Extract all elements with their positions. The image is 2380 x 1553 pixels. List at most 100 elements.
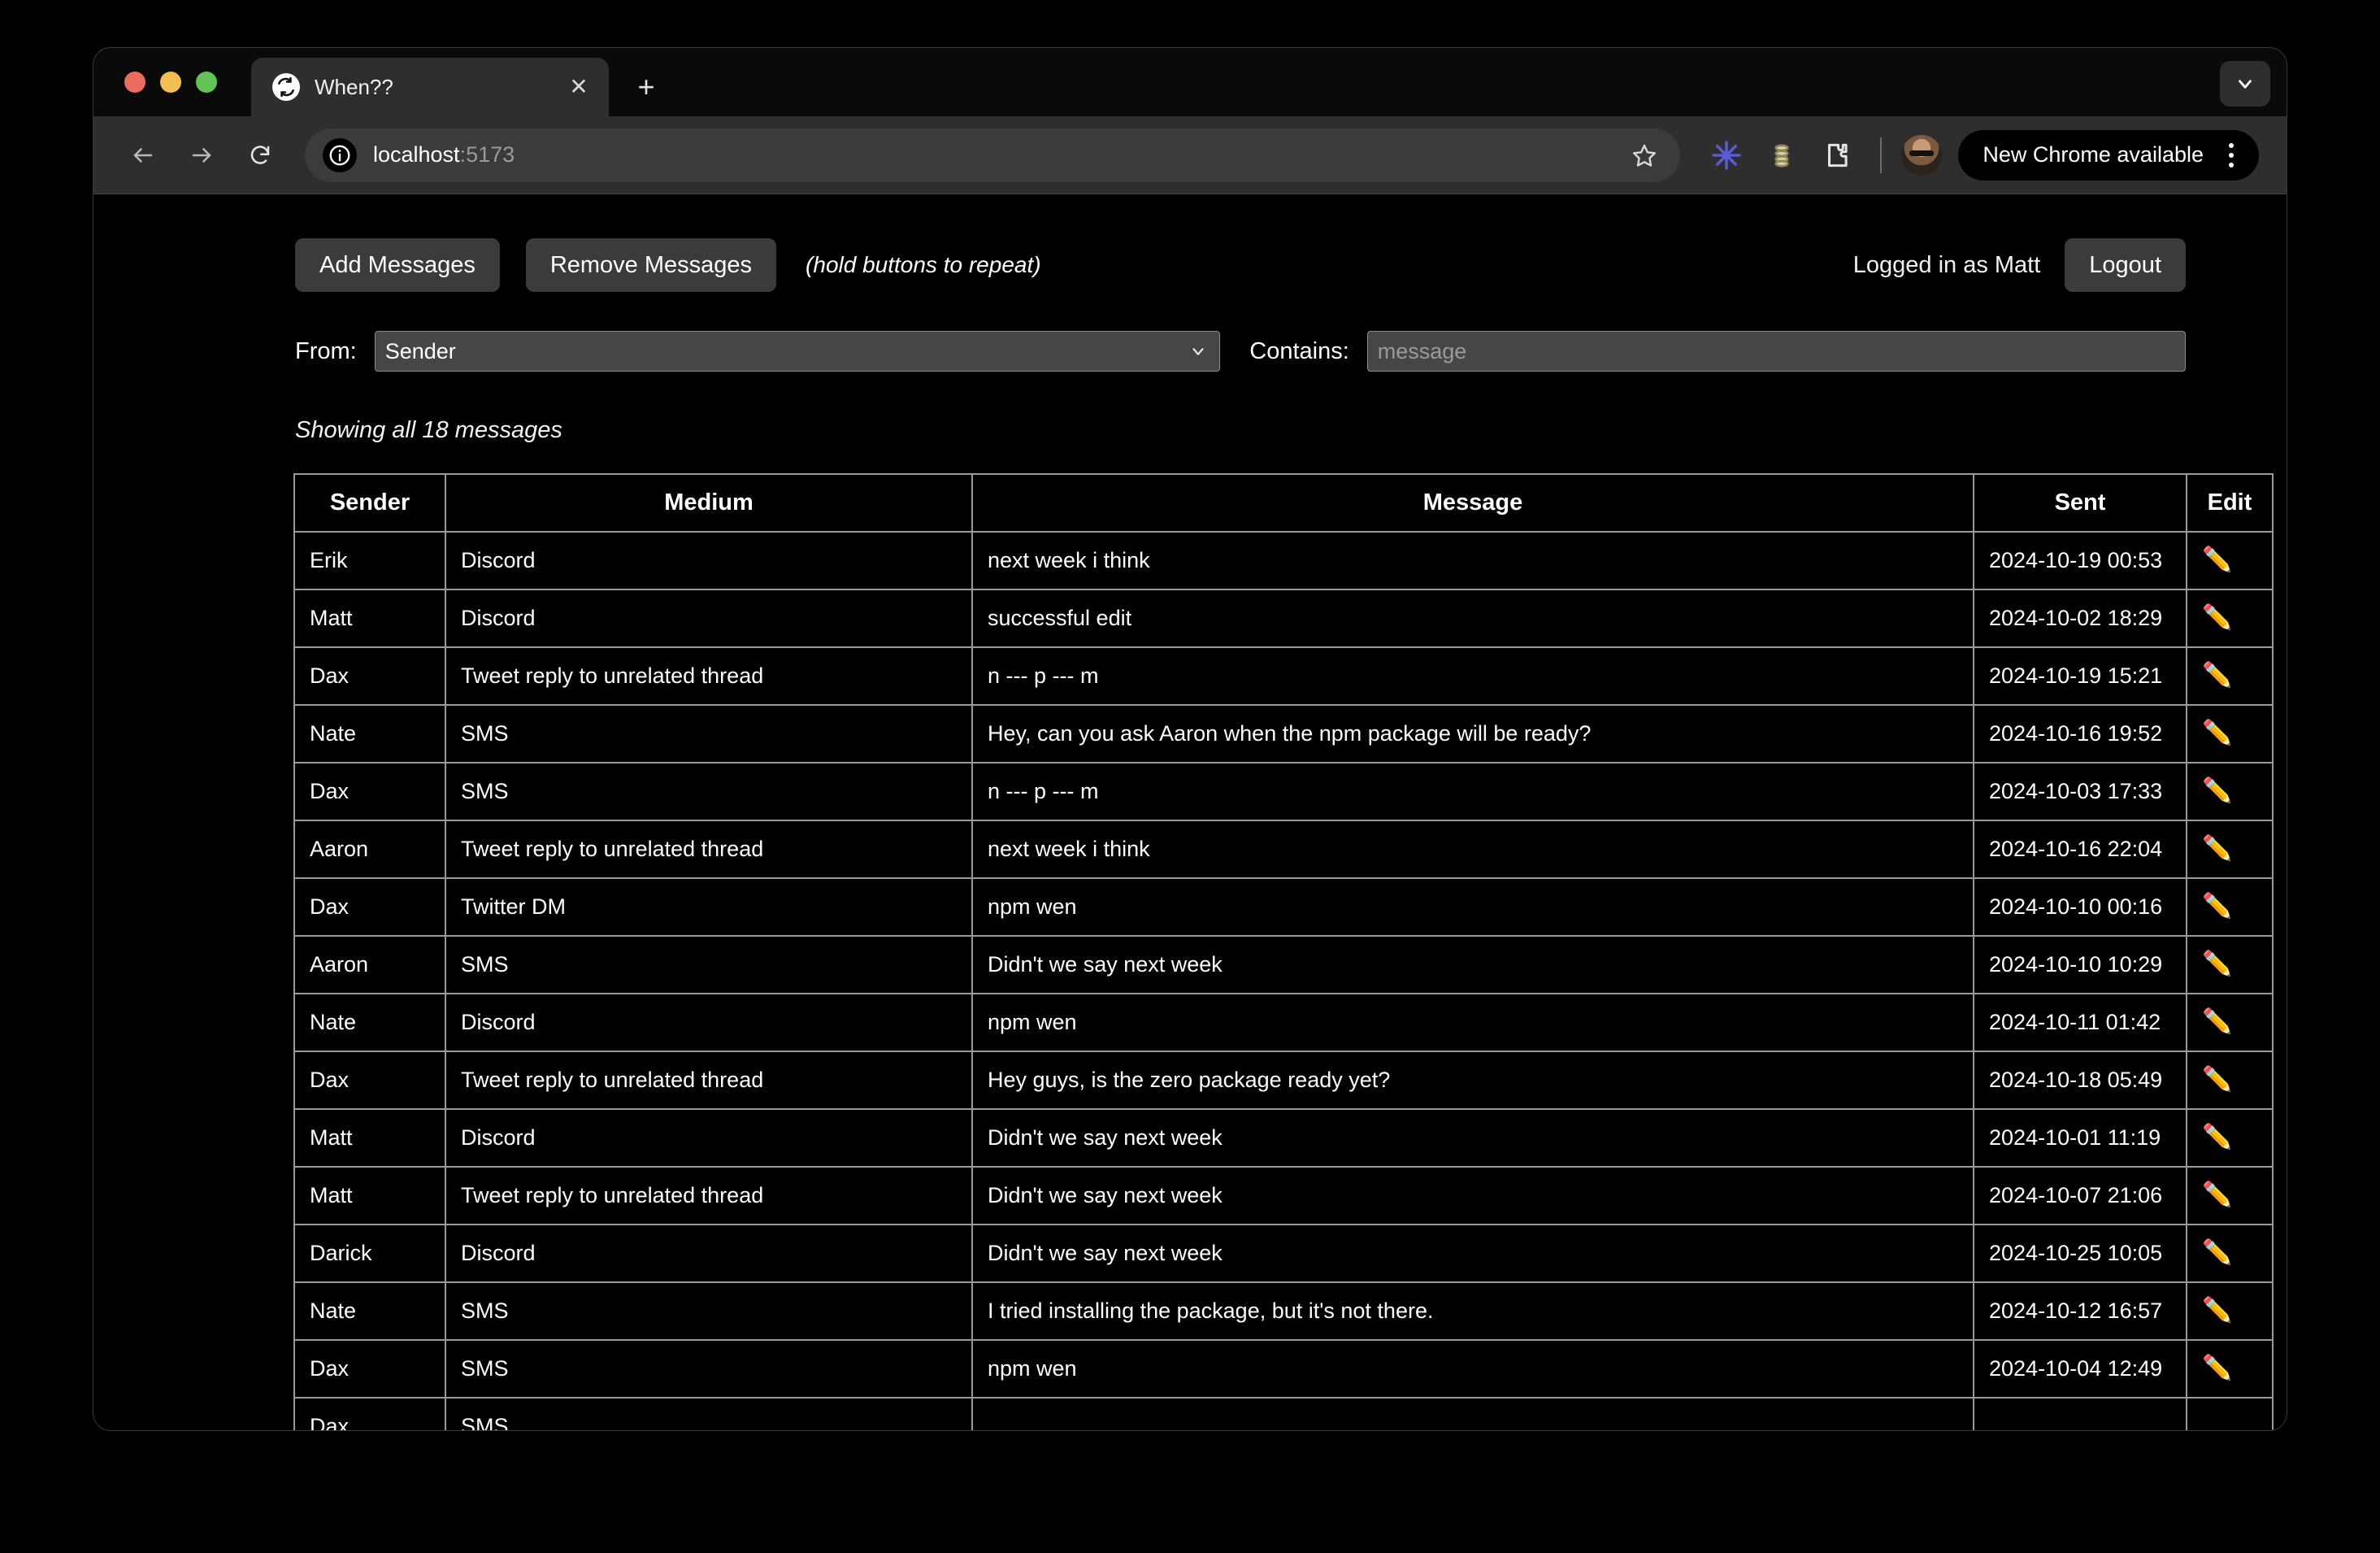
- cell-sent: 2024-10-01 11:19: [1974, 1109, 2187, 1167]
- cell-message: npm wen: [972, 878, 1974, 936]
- cell-message: Didn't we say next week: [972, 1109, 1974, 1167]
- close-tab-icon[interactable]: ✕: [565, 73, 593, 101]
- maximize-window-button[interactable]: [196, 72, 217, 93]
- pencil-icon[interactable]: ✏️: [2202, 1297, 2232, 1324]
- toolbar-divider: [1880, 137, 1882, 173]
- cell-medium: Twitter DM: [445, 878, 972, 936]
- cell-message: Didn't we say next week: [972, 1167, 1974, 1225]
- column-header-sender[interactable]: Sender: [294, 474, 445, 532]
- cell-sender: Dax: [294, 647, 445, 705]
- pencil-icon[interactable]: ✏️: [2202, 777, 2232, 804]
- column-header-edit[interactable]: Edit: [2187, 474, 2273, 532]
- address-bar[interactable]: localhost:5173: [305, 128, 1680, 182]
- table-row: DaxSMSn --- p --- m2024-10-03 17:33✏️: [294, 763, 2273, 820]
- chevron-down-icon[interactable]: [2220, 61, 2270, 107]
- edit-cell[interactable]: ✏️: [2187, 878, 2273, 936]
- cell-sender: Nate: [294, 1282, 445, 1340]
- coins-icon[interactable]: [1758, 132, 1805, 179]
- edit-cell[interactable]: ✏️: [2187, 1109, 2273, 1167]
- edit-cell[interactable]: ✏️: [2187, 532, 2273, 589]
- cell-medium: SMS: [445, 1282, 972, 1340]
- pencil-icon[interactable]: ✏️: [2202, 720, 2232, 746]
- cell-sent: 2024-10-07 21:06: [1974, 1167, 2187, 1225]
- pencil-icon[interactable]: ✏️: [2202, 662, 2232, 689]
- cell-sender: Nate: [294, 994, 445, 1051]
- cell-sender: Dax: [294, 1340, 445, 1398]
- edit-cell[interactable]: ✏️: [2187, 763, 2273, 820]
- contains-label: Contains:: [1249, 338, 1349, 365]
- edit-cell[interactable]: [2187, 1398, 2273, 1430]
- minimize-window-button[interactable]: [160, 72, 181, 93]
- sender-select-wrapper: Sender: [375, 331, 1221, 372]
- cell-sent: 2024-10-16 22:04: [1974, 820, 2187, 878]
- column-header-medium[interactable]: Medium: [445, 474, 972, 532]
- pencil-icon[interactable]: ✏️: [2202, 951, 2232, 977]
- pencil-icon[interactable]: ✏️: [2202, 604, 2232, 631]
- contains-input[interactable]: [1367, 331, 2186, 372]
- cell-sender: Dax: [294, 763, 445, 820]
- star-icon[interactable]: [1626, 137, 1662, 173]
- sender-select[interactable]: Sender: [375, 331, 1221, 372]
- cell-message: next week i think: [972, 532, 1974, 589]
- cell-message: n --- p --- m: [972, 763, 1974, 820]
- logout-button[interactable]: Logout: [2065, 238, 2186, 292]
- cell-sent: [1974, 1398, 2187, 1430]
- pencil-icon[interactable]: ✏️: [2202, 1066, 2232, 1093]
- gemini-sparkle-icon[interactable]: [1703, 132, 1750, 179]
- edit-cell[interactable]: ✏️: [2187, 1340, 2273, 1398]
- cell-sender: Matt: [294, 1167, 445, 1225]
- edit-cell[interactable]: ✏️: [2187, 1051, 2273, 1109]
- extensions-puzzle-icon[interactable]: [1813, 132, 1861, 179]
- cell-sent: 2024-10-10 10:29: [1974, 936, 2187, 994]
- pencil-icon[interactable]: ✏️: [2202, 1181, 2232, 1208]
- kebab-menu-icon[interactable]: [2212, 133, 2251, 178]
- table-row: DaxTweet reply to unrelated threadHey gu…: [294, 1051, 2273, 1109]
- showing-count-text: Showing all 18 messages: [93, 417, 2287, 444]
- reload-icon[interactable]: [235, 130, 285, 181]
- chrome-update-button[interactable]: New Chrome available: [1958, 130, 2259, 181]
- filter-bar: From: Sender Contains:: [93, 323, 2287, 380]
- from-label: From:: [295, 338, 357, 365]
- url-host: localhost: [373, 142, 460, 167]
- edit-cell[interactable]: ✏️: [2187, 705, 2273, 763]
- edit-cell[interactable]: ✏️: [2187, 820, 2273, 878]
- table-row: DaxSMSnpm wen2024-10-04 12:49✏️: [294, 1340, 2273, 1398]
- edit-cell[interactable]: ✏️: [2187, 1225, 2273, 1282]
- table-row: NateDiscordnpm wen2024-10-11 01:42✏️: [294, 994, 2273, 1051]
- pencil-icon[interactable]: ✏️: [2202, 1008, 2232, 1035]
- edit-cell[interactable]: ✏️: [2187, 647, 2273, 705]
- table-row: ErikDiscordnext week i think2024-10-19 0…: [294, 532, 2273, 589]
- site-info-icon[interactable]: [323, 138, 357, 172]
- cell-medium: Tweet reply to unrelated thread: [445, 1167, 972, 1225]
- cell-sent: 2024-10-25 10:05: [1974, 1225, 2187, 1282]
- avatar[interactable]: [1901, 135, 1942, 176]
- cell-medium: Discord: [445, 1109, 972, 1167]
- cell-message: npm wen: [972, 1340, 1974, 1398]
- edit-cell[interactable]: ✏️: [2187, 994, 2273, 1051]
- forward-arrow-icon[interactable]: [176, 130, 227, 181]
- remove-messages-button[interactable]: Remove Messages: [526, 238, 776, 292]
- pencil-icon[interactable]: ✏️: [2202, 1355, 2232, 1381]
- close-window-button[interactable]: [124, 72, 145, 93]
- messages-table-wrapper: Sender Medium Message Sent Edit ErikDisc…: [293, 473, 2272, 1430]
- pencil-icon[interactable]: ✏️: [2202, 893, 2232, 920]
- add-messages-button[interactable]: Add Messages: [295, 238, 500, 292]
- cell-medium: Tweet reply to unrelated thread: [445, 647, 972, 705]
- column-header-message[interactable]: Message: [972, 474, 1974, 532]
- edit-cell[interactable]: ✏️: [2187, 1167, 2273, 1225]
- edit-cell[interactable]: ✏️: [2187, 1282, 2273, 1340]
- table-row: DaxTwitter DMnpm wen2024-10-10 00:16✏️: [294, 878, 2273, 936]
- url-text: localhost:5173: [373, 142, 1610, 167]
- tab-strip: When?? ✕ +: [93, 48, 2287, 116]
- browser-tab[interactable]: When?? ✕: [251, 58, 609, 116]
- pencil-icon[interactable]: ✏️: [2202, 546, 2232, 573]
- pencil-icon[interactable]: ✏️: [2202, 1124, 2232, 1151]
- cell-sent: 2024-10-11 01:42: [1974, 994, 2187, 1051]
- new-tab-button[interactable]: +: [625, 66, 667, 108]
- pencil-icon[interactable]: ✏️: [2202, 835, 2232, 862]
- edit-cell[interactable]: ✏️: [2187, 936, 2273, 994]
- column-header-sent[interactable]: Sent: [1974, 474, 2187, 532]
- pencil-icon[interactable]: ✏️: [2202, 1239, 2232, 1266]
- back-arrow-icon[interactable]: [118, 130, 168, 181]
- edit-cell[interactable]: ✏️: [2187, 589, 2273, 647]
